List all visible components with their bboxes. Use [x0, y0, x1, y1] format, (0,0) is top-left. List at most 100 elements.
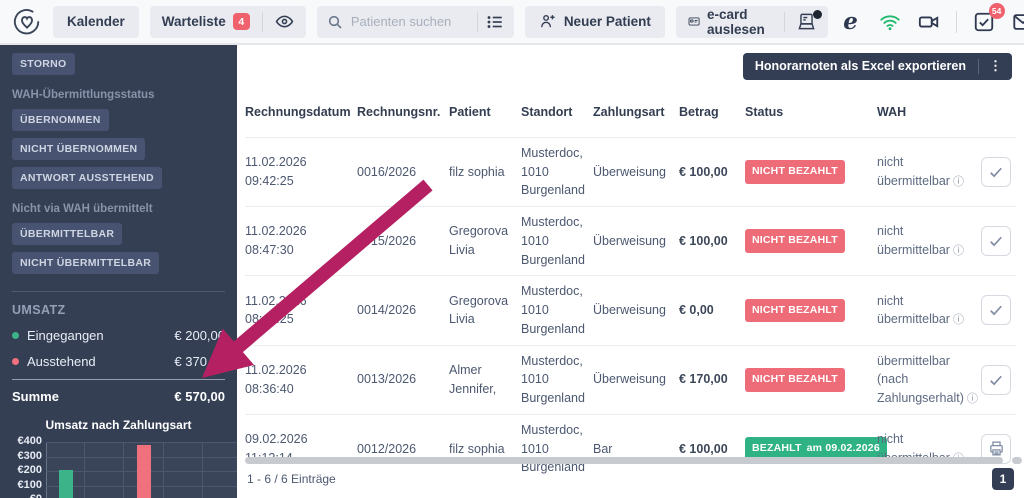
umsatz-title: UMSATZ — [12, 303, 66, 317]
check-icon — [990, 375, 1002, 385]
cell-betrag: € 100,00 — [679, 164, 728, 179]
table-row[interactable]: 11.02.2026 08:47:30 0015/2026 Gregorova Liv… — [245, 206, 1016, 275]
cell-rechnungsdatum: 11.02.2026 08:41:25 — [245, 293, 307, 327]
kebab-menu-icon[interactable]: ⋮ — [979, 58, 1012, 74]
warteliste-count-badge: 4 — [232, 13, 250, 30]
mark-paid-button[interactable] — [981, 364, 1011, 395]
filter-chip-storno[interactable]: STORNO — [12, 53, 75, 75]
cell-wah: nicht übermittelbarⓘ — [877, 224, 964, 258]
filter-section-label: Nicht via WAH übermittelt — [12, 203, 153, 215]
neuer-patient-button[interactable]: Neuer Patient — [524, 5, 665, 38]
status-badge: NICHT BEZAHLT — [745, 229, 845, 253]
cell-rechnungsdatum: 11.02.2026 08:36:40 — [245, 362, 307, 396]
filter-chip[interactable]: ÜBERNOMMEN — [12, 109, 109, 131]
invoice-panel: Honorarnoten als Excel exportieren ⋮ Rec… — [237, 45, 1024, 498]
table-row[interactable]: 11.02.2026 09:42:25 0016/2026 filz sophia Mu… — [245, 136, 1016, 206]
umsatz-rows: Eingegangen € 200,00 Ausstehend € 370,00 — [12, 328, 225, 369]
entries-count: 1 - 6 / 6 Einträge — [247, 472, 336, 486]
umsatz-summe-row: Summe € 570,00 — [12, 379, 225, 404]
eye-button[interactable] — [263, 6, 306, 38]
mark-paid-button[interactable] — [981, 156, 1011, 187]
column-header: WAH — [877, 105, 907, 119]
chart-plot — [46, 442, 237, 498]
cell-patient: Gregorova Livia — [449, 224, 509, 258]
search-input[interactable] — [350, 14, 469, 29]
legend-dot — [12, 332, 19, 339]
mark-paid-button[interactable] — [981, 226, 1011, 257]
column-header: Status — [745, 105, 784, 119]
cell-betrag: € 170,00 — [679, 372, 728, 387]
cell-wah: nicht übermittelbarⓘ — [877, 155, 964, 188]
ecard-button[interactable]: e-card auslesen — [676, 6, 784, 38]
warteliste-group: Warteliste 4 — [149, 5, 306, 38]
umsatz-value: € 200,00 — [174, 328, 225, 343]
list-icon[interactable] — [486, 13, 504, 31]
cell-zahlungsart: Überweisung — [593, 303, 666, 317]
video-camera-icon[interactable] — [917, 10, 941, 34]
cell-patient: Almer Jennifer, — [449, 362, 497, 396]
filter-chip[interactable]: NICHT ÜBERNOMMEN — [12, 138, 146, 160]
horizontal-scrollbar[interactable] — [245, 457, 1003, 464]
check-icon — [990, 236, 1002, 247]
umsatz-value: € 370,00 — [174, 354, 225, 369]
cell-action — [981, 289, 1017, 331]
toolbar-icons: e 54 22 € ? KI — [839, 2, 1024, 34]
cell-rechnungsnr: 0015/2026 — [357, 233, 417, 248]
cell-standort: Musterdoc, 1010 Burgenland — [521, 215, 585, 267]
cell-wah: nicht übermittelbarⓘ — [877, 293, 964, 327]
filter-chip-row: ÜBERNOMMEN NICHT ÜBERNOMMEN ANTWORT AUSSTE… — [12, 109, 225, 189]
column-header: Patient — [449, 105, 491, 119]
divider — [476, 11, 478, 32]
scrollbar-corner[interactable] — [1012, 457, 1022, 464]
payment-chart: €400€300€200€100€0BarKreditkarteÜberweis… — [12, 435, 237, 498]
umsatz-row: Ausstehend € 370,00 — [12, 354, 225, 369]
ecard-icon — [688, 17, 700, 26]
elga-e-icon[interactable]: e — [839, 10, 863, 34]
mark-paid-button[interactable] — [981, 295, 1011, 326]
patient-search — [316, 5, 514, 38]
cell-rechnungsnr: 0013/2026 — [357, 372, 417, 387]
eye-icon — [275, 15, 294, 28]
cell-standort: Musterdoc, 1010 Burgenland — [521, 145, 585, 198]
wifi-icon[interactable] — [878, 10, 902, 34]
umsatz-label: Eingegangen — [27, 328, 104, 343]
check-icon — [990, 306, 1002, 316]
cell-standort: Musterdoc, 1010 Burgenland — [521, 284, 585, 336]
check-icon — [990, 167, 1002, 178]
ecard-label: e-card auslesen — [706, 6, 765, 37]
filter-chip[interactable]: ANTWORT AUSSTEHEND — [12, 167, 162, 189]
chart-bar-bar — [58, 470, 73, 498]
pagination-page-1[interactable]: 1 — [992, 468, 1014, 490]
cell-zahlungsart: Überweisung — [593, 164, 666, 179]
notification-dot — [812, 9, 822, 19]
divider — [955, 10, 957, 33]
cell-status: NICHT BEZAHLT — [745, 154, 877, 190]
table-row[interactable]: 11.02.2026 08:41:25 0014/2026 Gregorova Liv… — [245, 275, 1016, 344]
card-print-button[interactable] — [785, 6, 828, 38]
column-header: Rechnungsdatum — [245, 105, 351, 119]
chart-title: Umsatz nach Zahlungsart — [45, 418, 192, 432]
cell-wah: übermittelbar (nach Zahlungserhalt) ⓘ — [877, 353, 978, 406]
cell-status: NICHT BEZAHLT — [745, 362, 877, 398]
info-icon[interactable]: ⓘ — [967, 393, 978, 405]
info-icon[interactable]: ⓘ — [953, 176, 964, 188]
cell-zahlungsart: Überweisung — [593, 233, 666, 248]
filter-sidebar: STORNO WAH-Übermittlungsstatus ÜBERNOMMEN… — [0, 45, 237, 498]
cell-rechnungsdatum: 11.02.2026 08:47:30 — [245, 224, 307, 258]
top-bar: Kalender Warteliste 4 Neuer Patient e-ca… — [0, 0, 1024, 45]
y-axis — [46, 442, 47, 498]
kalender-button[interactable]: Kalender — [53, 5, 139, 38]
cell-rechnungsdatum: 11.02.2026 09:42:25 — [245, 155, 307, 188]
filter-chip[interactable]: NICHT ÜBERMITTELBAR — [12, 252, 160, 274]
printer-icon — [989, 441, 1003, 456]
info-icon[interactable]: ⓘ — [953, 245, 964, 257]
table-row[interactable]: 11.02.2026 08:36:40 0013/2026 Almer Jennife… — [245, 344, 1016, 414]
mail-icon[interactable]: 22 — [1011, 10, 1024, 34]
cell-rechnungsnr: 0014/2026 — [357, 303, 417, 317]
info-icon[interactable]: ⓘ — [953, 314, 964, 326]
filter-chip[interactable]: ÜBERMITTELBAR — [12, 223, 123, 245]
excel-export-button[interactable]: Honorarnoten als Excel exportieren ⋮ — [742, 52, 1012, 80]
warteliste-button[interactable]: Warteliste 4 — [150, 6, 262, 38]
tasks-icon[interactable]: 54 — [972, 2, 1005, 34]
umsatz-label: Ausstehend — [27, 354, 96, 369]
